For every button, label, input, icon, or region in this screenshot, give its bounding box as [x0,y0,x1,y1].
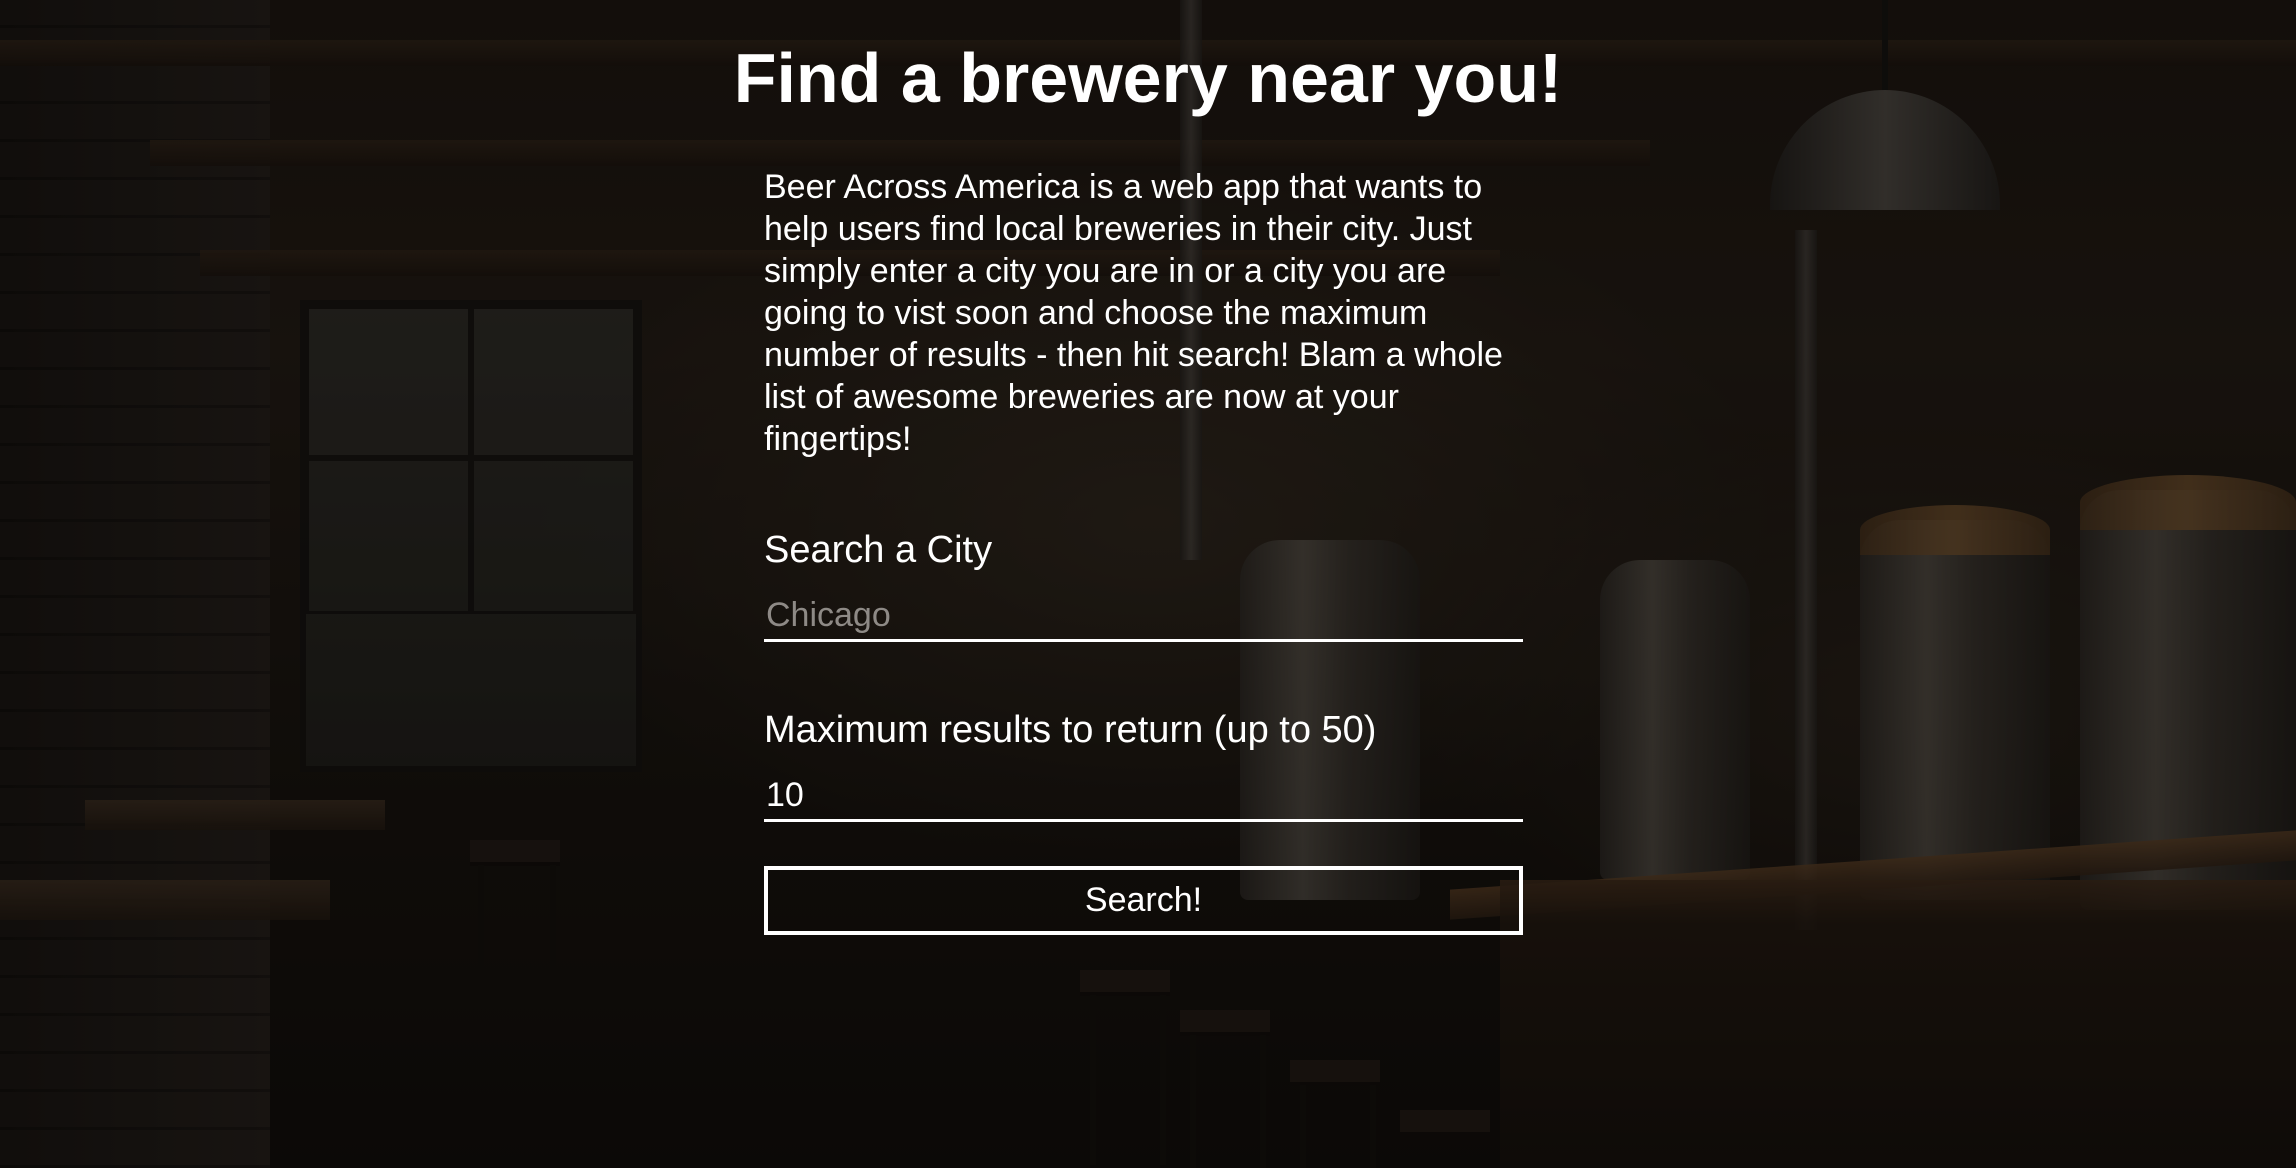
search-button[interactable]: Search! [764,866,1523,935]
city-search-input[interactable] [764,592,1523,642]
city-label: Search a City [764,529,993,571]
main-content: Find a brewery near you! Beer Across Ame… [0,0,2296,1168]
max-results-label: Maximum results to return (up to 50) [764,709,1377,751]
intro-paragraph: Beer Across America is a web app that wa… [764,168,1503,458]
page-title: Find a brewery near you! [733,39,1563,117]
max-results-input[interactable] [764,772,1523,822]
